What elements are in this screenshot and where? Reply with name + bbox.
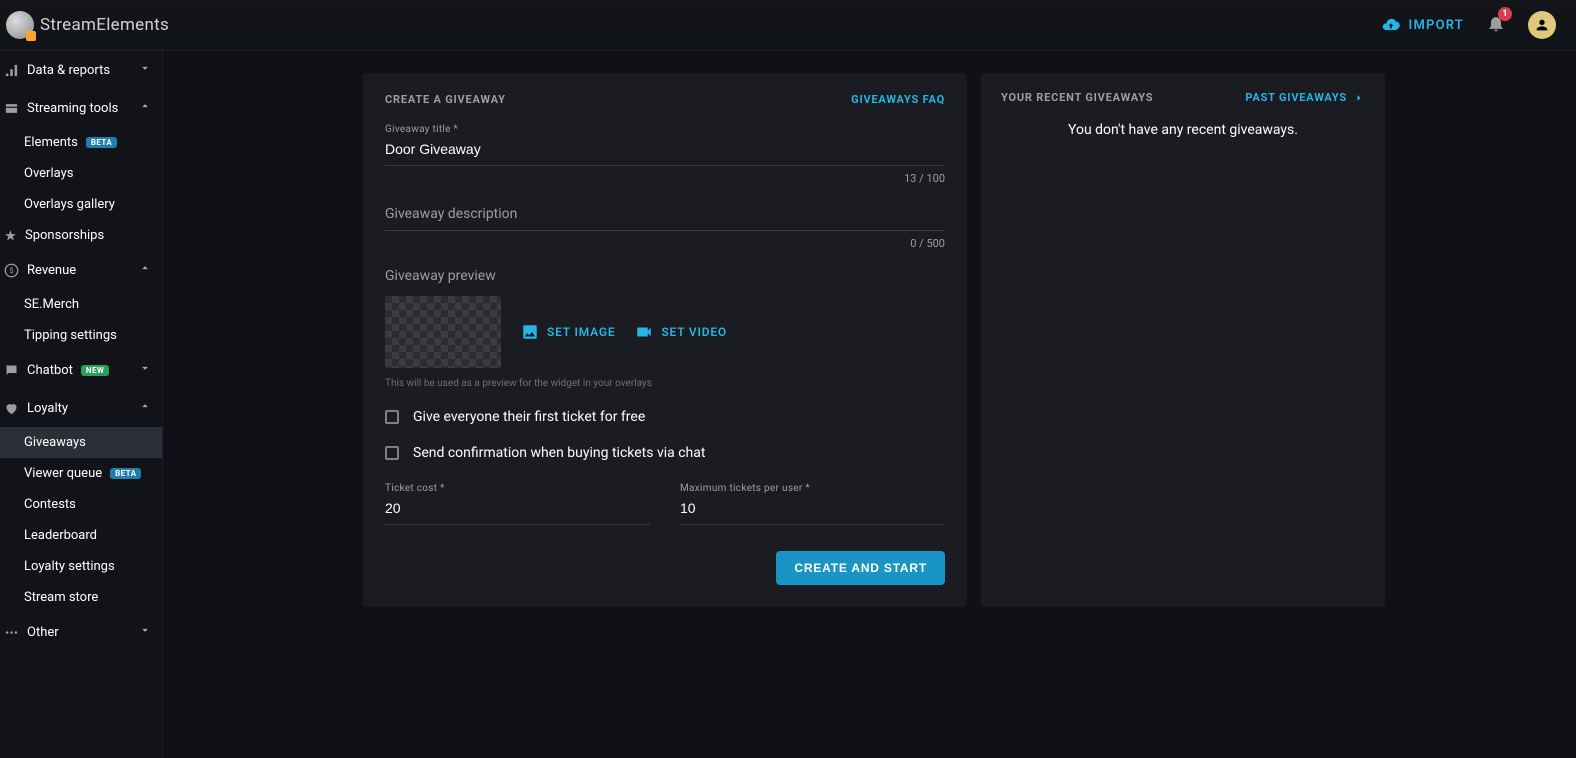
sidebar-group-loyalty[interactable]: Loyalty (0, 389, 162, 427)
past-giveaways-link[interactable]: PAST GIVEAWAYS (1245, 91, 1365, 104)
sidebar-group-label: Revenue (27, 263, 76, 278)
video-icon (635, 323, 653, 341)
create-giveaway-card: CREATE A GIVEAWAY GIVEAWAYS FAQ Giveaway… (363, 73, 967, 607)
sidebar-item-label: Overlays gallery (24, 197, 115, 212)
sidebar-item-label: Leaderboard (24, 528, 97, 543)
sidebar-item-contests[interactable]: Contests (0, 489, 162, 520)
create-card-title: CREATE A GIVEAWAY (385, 93, 506, 106)
sidebar-item-stream-store[interactable]: Stream store (0, 582, 162, 613)
description-counter: 0 / 500 (385, 237, 945, 250)
sidebar-item-loyalty-settings[interactable]: Loyalty settings (0, 551, 162, 582)
sidebar-item-overlays[interactable]: Overlays (0, 158, 162, 189)
sidebar-badge: NEW (81, 365, 109, 376)
import-label: IMPORT (1409, 18, 1464, 33)
sidebar-item-label: Stream store (24, 590, 98, 605)
sidebar-badge: BETA (86, 137, 117, 148)
main-content: CREATE A GIVEAWAY GIVEAWAYS FAQ Giveaway… (163, 51, 1576, 758)
avatar-button[interactable] (1528, 11, 1556, 39)
ticket-cost-input[interactable] (385, 494, 650, 525)
set-image-button[interactable]: SET IMAGE (521, 323, 615, 341)
svg-text:$: $ (9, 266, 13, 275)
image-icon (521, 323, 539, 341)
chevron-up-icon (138, 399, 152, 417)
recent-giveaways-card: YOUR RECENT GIVEAWAYS PAST GIVEAWAYS You… (981, 73, 1385, 607)
chevron-down-icon (138, 361, 152, 379)
sidebar-item-tipping-settings[interactable]: Tipping settings (0, 320, 162, 351)
sidebar-group-revenue[interactable]: $ Revenue (0, 251, 162, 289)
notifications-button[interactable]: 1 (1486, 13, 1506, 37)
user-icon (1534, 17, 1550, 33)
preview-hint: This will be used as a preview for the w… (385, 378, 945, 389)
sidebar-group-label: Other (27, 625, 59, 640)
sidebar: Data & reports Streaming tools Elements BET… (0, 51, 163, 758)
max-tickets-input[interactable] (680, 494, 945, 525)
sidebar-group-other[interactable]: Other (0, 613, 162, 651)
confirm-label: Send confirmation when buying tickets vi… (413, 445, 705, 461)
sidebar-item-elements[interactable]: Elements BETA (0, 127, 162, 158)
sidebar-group-chatbot[interactable]: Chatbot NEW (0, 351, 162, 389)
past-giveaways-label: PAST GIVEAWAYS (1245, 91, 1347, 104)
chevron-down-icon (138, 61, 152, 79)
preview-thumbnail[interactable] (385, 296, 501, 368)
sidebar-item-label: Tipping settings (24, 328, 117, 343)
title-label: Giveaway title * (385, 124, 945, 135)
recent-empty-text: You don't have any recent giveaways. (1001, 122, 1365, 138)
sidebar-item-label: Sponsorships (25, 228, 104, 243)
sidebar-item-se-merch[interactable]: SE.Merch (0, 289, 162, 320)
sidebar-group-label: Chatbot (27, 363, 73, 378)
recent-card-title: YOUR RECENT GIVEAWAYS (1001, 91, 1153, 104)
faq-link[interactable]: GIVEAWAYS FAQ (851, 93, 945, 106)
set-video-button[interactable]: SET VIDEO (635, 323, 727, 341)
sidebar-item-label: SE.Merch (24, 297, 79, 312)
confirm-checkbox[interactable] (385, 446, 399, 460)
sidebar-item-label: Viewer queue (24, 466, 102, 481)
chevron-up-icon (138, 261, 152, 279)
sidebar-group-streaming-tools[interactable]: Streaming tools (0, 89, 162, 127)
brand-logo[interactable]: StreamElements (0, 11, 169, 39)
title-counter: 13 / 100 (385, 172, 945, 185)
brand-text: StreamElements (40, 15, 169, 35)
cloud-upload-icon (1381, 15, 1401, 35)
ticket-cost-label: Ticket cost * (385, 483, 650, 494)
create-and-start-button[interactable]: CREATE AND START (776, 551, 945, 585)
sidebar-item-overlays-gallery[interactable]: Overlays gallery (0, 189, 162, 220)
import-button[interactable]: IMPORT (1381, 15, 1464, 35)
sidebar-group-label: Data & reports (27, 63, 110, 78)
sidebar-group-label: Loyalty (27, 401, 68, 416)
title-input[interactable] (385, 135, 945, 166)
sidebar-item-label: Overlays (24, 166, 73, 181)
sidebar-item-sponsorships[interactable]: Sponsorships (0, 220, 162, 251)
sidebar-badge: BETA (110, 468, 141, 479)
topbar: StreamElements IMPORT 1 (0, 0, 1576, 51)
sidebar-item-leaderboard[interactable]: Leaderboard (0, 520, 162, 551)
first-ticket-checkbox[interactable] (385, 410, 399, 424)
chevron-up-icon (138, 99, 152, 117)
sidebar-item-giveaways[interactable]: Giveaways (0, 427, 162, 458)
chevron-right-icon (1353, 92, 1365, 104)
brand-icon (6, 11, 34, 39)
sidebar-item-label: Loyalty settings (24, 559, 115, 574)
sidebar-item-label: Contests (24, 497, 76, 512)
set-video-label: SET VIDEO (661, 325, 727, 339)
max-tickets-label: Maximum tickets per user * (680, 483, 945, 494)
preview-label: Giveaway preview (385, 268, 945, 284)
sidebar-group-data-reports[interactable]: Data & reports (0, 51, 162, 89)
sidebar-item-viewer-queue[interactable]: Viewer queue BETA (0, 458, 162, 489)
sidebar-item-label: Elements (24, 135, 78, 150)
sidebar-item-label: Giveaways (24, 435, 86, 450)
sidebar-group-label: Streaming tools (27, 101, 118, 116)
notification-badge: 1 (1498, 7, 1512, 21)
description-label[interactable]: Giveaway description (385, 206, 517, 222)
first-ticket-label: Give everyone their first ticket for fre… (413, 409, 645, 425)
set-image-label: SET IMAGE (547, 325, 615, 339)
chevron-down-icon (138, 623, 152, 641)
